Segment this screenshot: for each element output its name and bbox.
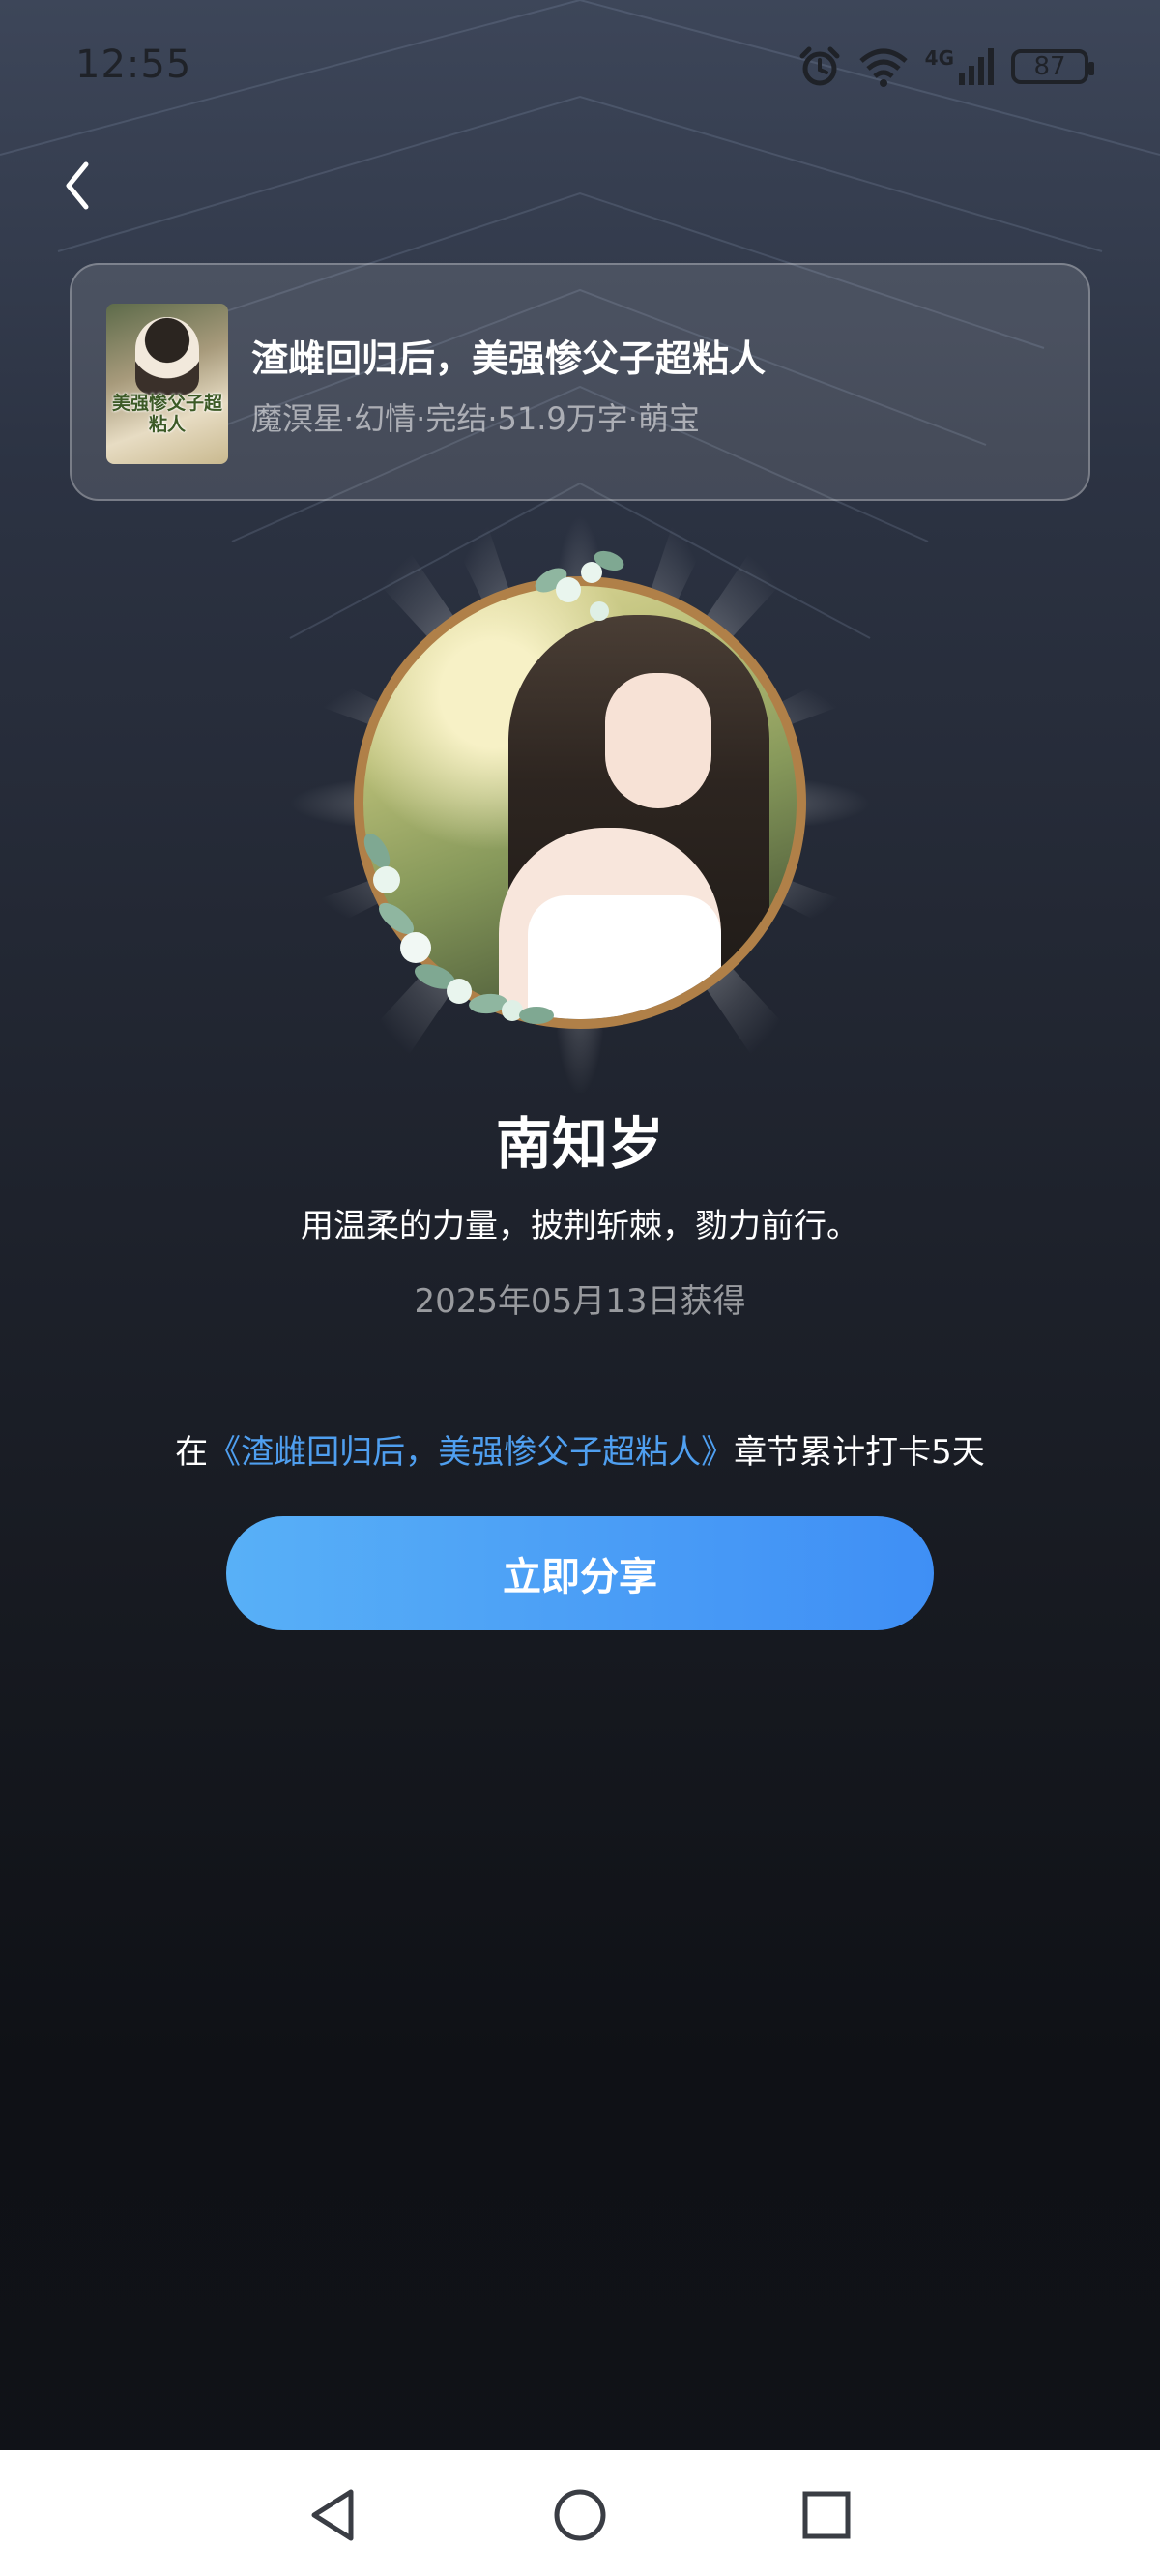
alarm-icon <box>799 46 840 86</box>
checkin-book-link[interactable]: 《渣雌回归后，美强惨父子超粘人》 <box>208 1433 734 1472</box>
nav-back-button[interactable] <box>290 2472 377 2559</box>
badge-detail-screen: 12:55 4G 87 美强惨父子超粘人 渣雌回归后，美强惨父子超粘人 魔溟星·… <box>0 0 1160 2576</box>
nav-recents-button[interactable] <box>783 2472 870 2559</box>
status-icons: 4G 87 <box>798 44 1094 89</box>
status-time: 12:55 <box>75 43 192 87</box>
network-type-icon: 4G <box>925 46 996 87</box>
checkin-suffix: 章节累计打卡5天 <box>734 1433 985 1472</box>
signal-icon <box>959 48 994 85</box>
book-cover: 美强惨父子超粘人 <box>106 304 228 464</box>
network-type-label: 4G <box>924 46 954 70</box>
badge-artwork <box>290 493 870 1093</box>
wifi-icon <box>859 48 908 87</box>
badge-name: 南知岁 <box>495 1111 664 1177</box>
cover-illustration <box>135 317 199 395</box>
flower-wreath <box>363 550 624 1024</box>
checkin-prefix: 在 <box>175 1433 209 1472</box>
battery-icon: 87 <box>1011 49 1094 84</box>
book-meta: 魔溟星·幻情·完结·51.9万字·萌宝 <box>251 400 700 437</box>
battery-level: 87 <box>1033 52 1066 81</box>
nav-recents-icon <box>802 2491 851 2539</box>
status-bar: 12:55 4G 87 <box>0 0 1160 135</box>
system-nav-bar <box>0 2450 1160 2576</box>
book-card[interactable]: 美强惨父子超粘人 渣雌回归后，美强惨父子超粘人 魔溟星·幻情·完结·51.9万字… <box>70 263 1090 501</box>
badge-motto: 用温柔的力量，披荆斩棘，勠力前行。 <box>301 1207 859 1245</box>
chevron-left-icon <box>66 161 89 210</box>
cover-title: 美强惨父子超粘人 <box>111 393 222 435</box>
nav-back-icon <box>311 2489 354 2541</box>
book-title: 渣雌回归后，美强惨父子超粘人 <box>251 337 767 380</box>
share-button[interactable]: 立即分享 <box>226 1516 934 1630</box>
checkin-description: 在《渣雌回归后，美强惨父子超粘人》章节累计打卡5天 <box>0 1425 1160 1473</box>
nav-home-button[interactable] <box>536 2472 624 2559</box>
badge-obtained-date: 2025年05月13日获得 <box>414 1282 746 1321</box>
nav-home-icon <box>554 2489 606 2541</box>
back-button[interactable] <box>50 155 104 217</box>
